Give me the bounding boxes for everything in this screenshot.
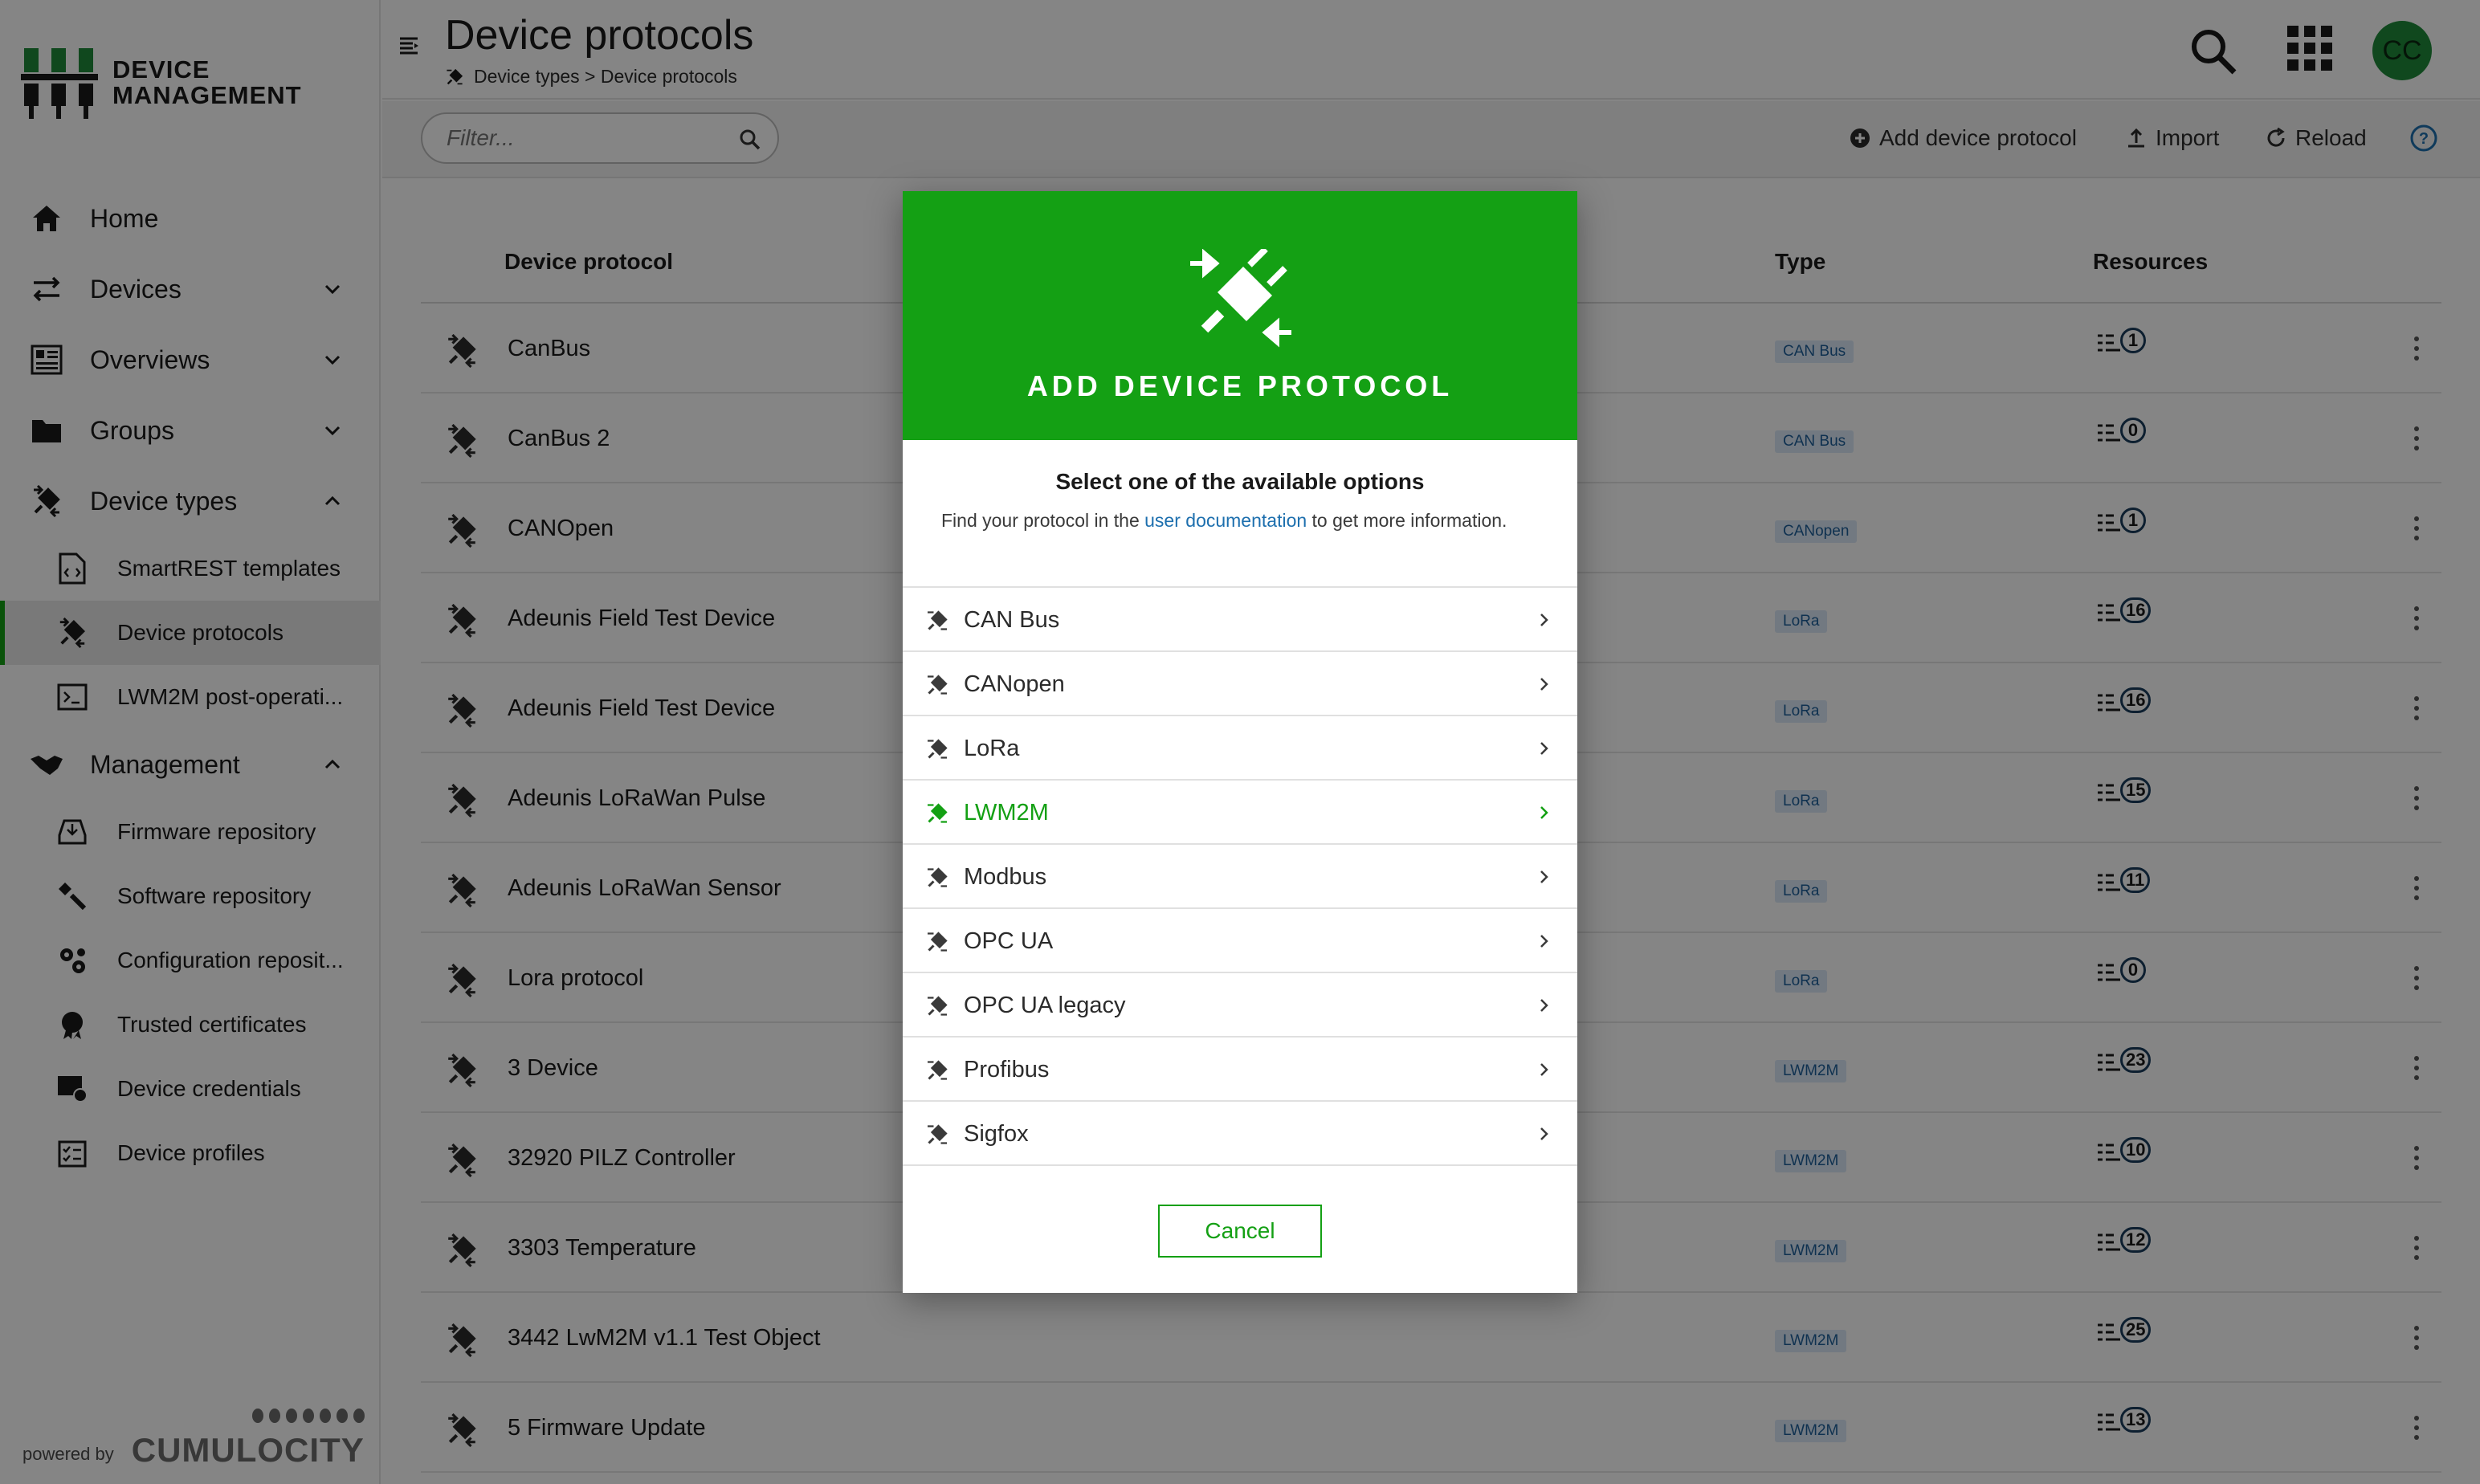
plug-icon <box>928 675 948 695</box>
chevron-right-icon <box>1540 806 1548 819</box>
option-label: CAN Bus <box>964 607 1060 633</box>
dialog-intro: Select one of the available options Find… <box>903 440 1577 588</box>
protocol-option-opc-ua-legacy[interactable]: OPC UA legacy <box>903 973 1577 1038</box>
cancel-button[interactable]: Cancel <box>1158 1205 1322 1258</box>
chevron-right-icon <box>1540 999 1548 1012</box>
dialog-title: ADD DEVICE PROTOCOL <box>1026 369 1454 402</box>
option-label: LWM2M <box>964 800 1049 826</box>
option-label: LoRa <box>964 736 1020 761</box>
option-label: OPC UA legacy <box>964 993 1126 1018</box>
plug-icon <box>928 1060 948 1080</box>
protocol-option-lwm2m[interactable]: LWM2M <box>903 781 1577 845</box>
user-documentation-link[interactable]: user documentation <box>1144 510 1307 531</box>
protocol-option-can-bus[interactable]: CAN Bus <box>903 588 1577 652</box>
plug-icon <box>928 610 948 630</box>
option-label: Profibus <box>964 1057 1050 1082</box>
protocol-option-lora[interactable]: LoRa <box>903 716 1577 781</box>
chevron-right-icon <box>1540 870 1548 883</box>
chevron-right-icon <box>1540 678 1548 691</box>
protocol-option-modbus[interactable]: Modbus <box>903 845 1577 909</box>
chevron-right-icon <box>1540 935 1548 948</box>
protocol-option-sigfox[interactable]: Sigfox <box>903 1102 1577 1166</box>
add-device-protocol-dialog: ADD DEVICE PROTOCOL Select one of the av… <box>903 191 1577 1293</box>
protocol-option-opc-ua[interactable]: OPC UA <box>903 909 1577 973</box>
protocol-options-list: CAN Bus CANopen LoRa LWM2M Modbus OPC UA OPC U… <box>903 588 1577 1166</box>
option-label: Sigfox <box>964 1121 1029 1147</box>
plug-icon <box>928 932 948 952</box>
dialog-description: Find your protocol in the user documenta… <box>941 510 1507 531</box>
option-label: CANopen <box>964 671 1065 697</box>
dialog-header: ADD DEVICE PROTOCOL <box>903 191 1577 440</box>
dialog-heading: Select one of the available options <box>1055 469 1425 494</box>
protocol-option-profibus[interactable]: Profibus <box>903 1038 1577 1102</box>
option-label: Modbus <box>964 864 1047 890</box>
plug-icon <box>1190 249 1291 348</box>
chevron-right-icon <box>1540 1063 1548 1076</box>
chevron-right-icon <box>1540 1127 1548 1140</box>
option-label: OPC UA <box>964 928 1054 954</box>
chevron-right-icon <box>1540 742 1548 755</box>
protocol-option-canopen[interactable]: CANopen <box>903 652 1577 716</box>
plug-icon <box>928 803 948 823</box>
plug-icon <box>928 739 948 759</box>
plug-icon <box>928 996 948 1016</box>
chevron-right-icon <box>1540 614 1548 626</box>
plug-icon <box>928 1124 948 1144</box>
plug-icon <box>928 867 948 887</box>
